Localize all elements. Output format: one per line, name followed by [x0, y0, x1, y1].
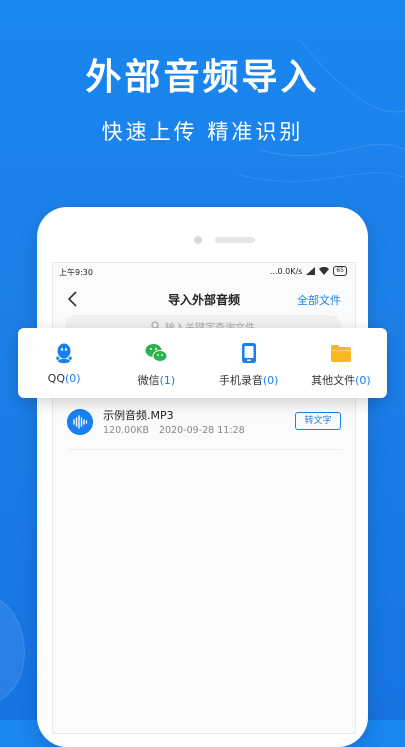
status-indicators: ...0.0K/s 65: [270, 266, 347, 276]
list-item[interactable]: 示例音频.MP3 120.00KB 2020-09-28 11:28 转文字: [53, 403, 355, 450]
folder-icon: [330, 345, 351, 362]
status-time: 上午9:30: [59, 268, 93, 277]
phone-recorder-icon: [241, 343, 256, 363]
nav-bar: 导入外部音频 全部文件: [53, 285, 355, 315]
phone-camera: [194, 236, 202, 244]
file-date: 2020-09-28 11:28: [159, 425, 245, 436]
status-bar: 上午9:30 ...0.0K/s 65: [53, 263, 355, 281]
source-wechat[interactable]: 微信(1): [110, 328, 202, 398]
source-phone-recorder-label: 手机录音(0): [218, 374, 279, 387]
signal-icon: [306, 267, 316, 275]
file-name: 示例音频.MP3: [103, 409, 174, 422]
convert-to-text-button[interactable]: 转文字: [295, 412, 341, 430]
source-other-files-label: 其他文件(0): [311, 374, 371, 387]
source-phone-recorder[interactable]: 手机录音(0): [203, 328, 295, 398]
phone-speaker: [215, 237, 255, 243]
audio-wave-icon: [67, 409, 93, 435]
wechat-icon: [145, 344, 168, 362]
source-qq[interactable]: QQ(0): [18, 328, 110, 398]
promo-subline: 快速上传 精准识别: [101, 120, 304, 144]
divider: [67, 449, 343, 450]
source-qq-label: QQ(0): [47, 372, 81, 385]
source-other-files[interactable]: 其他文件(0): [295, 328, 387, 398]
network-speed: ...0.0K/s: [269, 266, 303, 276]
qq-icon: [56, 343, 72, 364]
file-size: 120.00KB: [103, 425, 149, 436]
import-source-card: QQ(0) 微信(1) 手机录音(0) 其他文件(0): [18, 328, 387, 398]
all-files-link[interactable]: 全部文件: [297, 292, 341, 308]
source-wechat-label: 微信(1): [137, 374, 176, 387]
wifi-icon: [319, 267, 330, 275]
battery-icon: 65: [333, 266, 347, 276]
promo-headline: 外部音频导入: [85, 57, 320, 98]
